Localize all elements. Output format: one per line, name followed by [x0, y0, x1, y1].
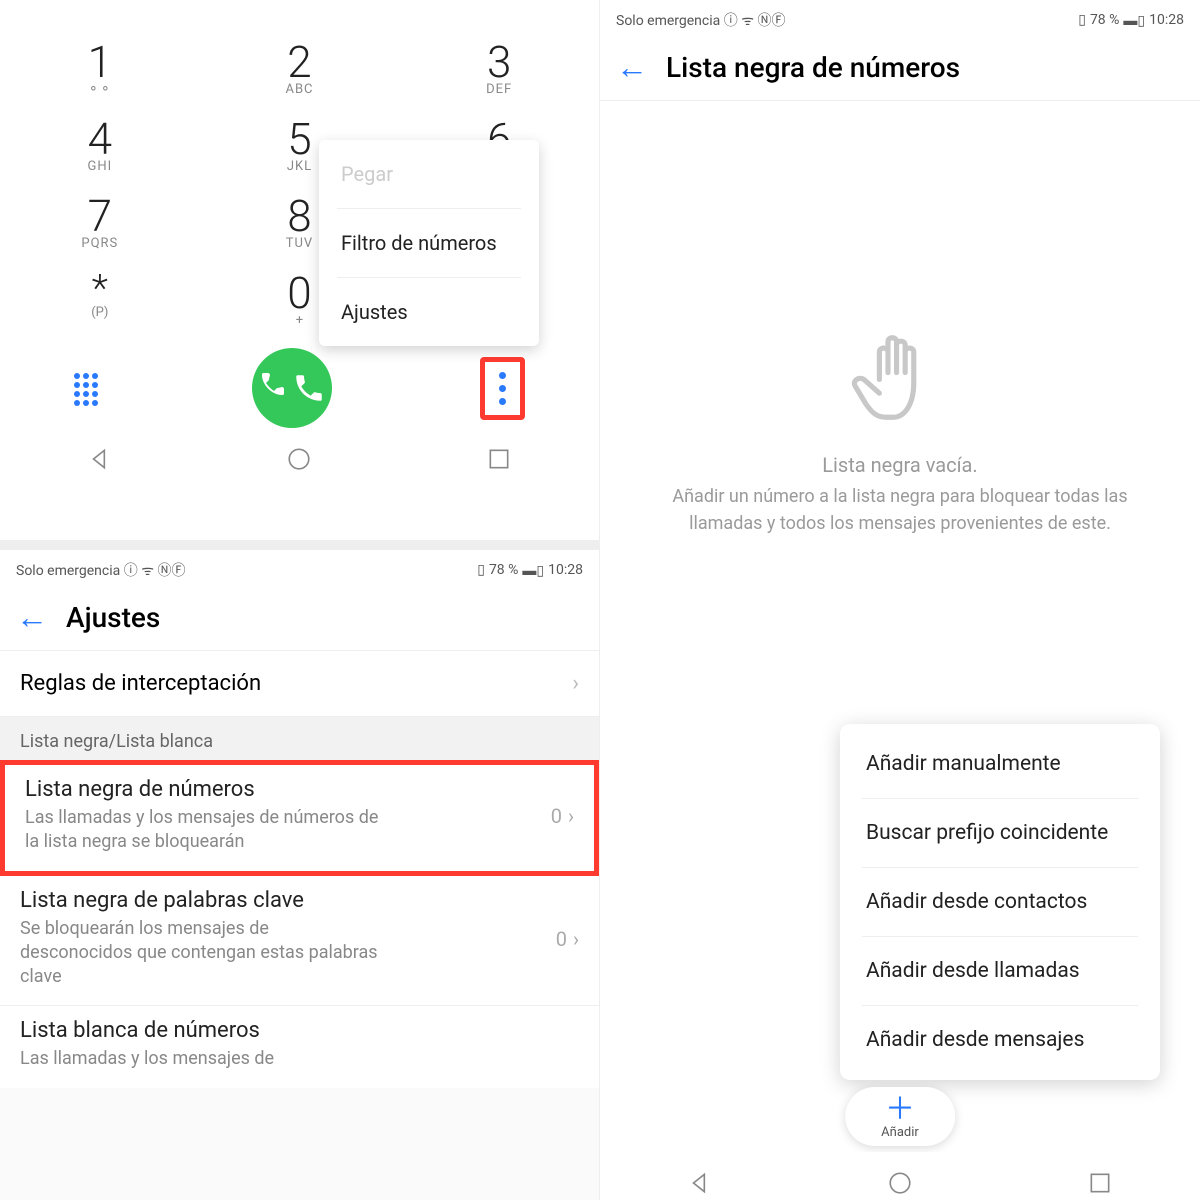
dialer-panel: 1⚬⚬ 2ABC 3DEF 4GHI 5JKL 6 7PQRS 8TUV 9 *… — [0, 0, 599, 540]
statusbar-2: Solo emergencia ⓘ ᯤ ⓃⒻ ▯78 % ▬▯ 10:28 — [600, 0, 1200, 40]
add-button[interactable]: ＋ Añadir — [845, 1087, 955, 1146]
status-right-2: ▯78 % ▬▯ 10:28 — [1078, 10, 1184, 30]
left-column: 1⚬⚬ 2ABC 3DEF 4GHI 5JKL 6 7PQRS 8TUV 9 *… — [0, 0, 600, 1200]
keypad-toggle-icon[interactable] — [74, 373, 104, 403]
key-3[interactable]: 3DEF — [399, 30, 599, 107]
key-4[interactable]: 4GHI — [0, 107, 200, 184]
key-1[interactable]: 1⚬⚬ — [0, 30, 200, 107]
settings-panel: Solo emergencia ⓘ ᯤ ⓃⒻ ▯78 % ▬▯ 10:28 ← … — [0, 540, 599, 1200]
nav-back-icon-2[interactable] — [687, 1170, 713, 1196]
blacklist-keywords-title: Lista negra de palabras clave — [20, 888, 380, 913]
menu-paste[interactable]: Pegar — [337, 140, 521, 209]
phone-icon — [292, 371, 326, 405]
empty-desc: Añadir un número a la lista negra para b… — [660, 483, 1140, 537]
section-blacklist-whitelist: Lista negra/Lista blanca — [0, 717, 599, 760]
empty-state: Lista negra vacía. Añadir un número a la… — [600, 321, 1200, 537]
hand-icon — [845, 321, 955, 431]
key-2[interactable]: 2ABC — [200, 30, 400, 107]
row-intercept-rules[interactable]: Reglas de interceptación › — [0, 651, 599, 717]
android-navbar-2 — [600, 1152, 1200, 1200]
nav-recent-icon[interactable] — [486, 446, 512, 472]
item-blacklist-keywords[interactable]: Lista negra de palabras clave Se bloquea… — [0, 876, 599, 1007]
option-add-manual[interactable]: Añadir manualmente — [862, 730, 1138, 799]
whitelist-numbers-title: Lista blanca de números — [20, 1018, 274, 1043]
add-options-menu: Añadir manualmente Buscar prefijo coinci… — [840, 724, 1160, 1080]
blacklist-header: ← Lista negra de números — [600, 40, 1200, 101]
dialer-bottom-bar — [0, 348, 599, 428]
dialer-context-menu: Pegar Filtro de números Ajustes — [319, 140, 539, 346]
add-button-label: Añadir — [881, 1125, 919, 1140]
nav-recent-icon-2[interactable] — [1087, 1170, 1113, 1196]
whitelist-numbers-desc: Las llamadas y los mensajes de — [20, 1047, 274, 1071]
blacklist-keywords-desc: Se bloquearán los mensajes de desconocid… — [20, 917, 380, 990]
nav-home-icon-2[interactable] — [887, 1170, 913, 1196]
nav-home-icon[interactable] — [286, 446, 312, 472]
chevron-right-icon: › — [572, 671, 579, 696]
blacklist-numbers-desc: Las llamadas y los mensajes de números d… — [25, 806, 385, 855]
plus-icon: ＋ — [881, 1095, 919, 1125]
blacklist-numbers-title: Lista negra de números — [25, 777, 385, 802]
statusbar: Solo emergencia ⓘ ᯤ ⓃⒻ ▯78 % ▬▯ 10:28 — [0, 550, 599, 590]
blacklist-title: Lista negra de números — [666, 51, 960, 84]
more-button-highlight — [480, 357, 525, 420]
option-add-messages[interactable]: Añadir desde mensajes — [862, 1006, 1138, 1074]
menu-settings[interactable]: Ajustes — [337, 278, 521, 346]
empty-title: Lista negra vacía. — [660, 453, 1140, 477]
back-button-2[interactable]: ← — [616, 48, 648, 86]
option-add-contacts[interactable]: Añadir desde contactos — [862, 868, 1138, 937]
menu-filter[interactable]: Filtro de números — [337, 209, 521, 278]
right-column: Solo emergencia ⓘ ᯤ ⓃⒻ ▯78 % ▬▯ 10:28 ← … — [600, 0, 1200, 1200]
android-navbar-1 — [0, 428, 599, 476]
status-right: ▯78 % ▬▯ 10:28 — [477, 560, 583, 580]
option-search-prefix[interactable]: Buscar prefijo coincidente — [862, 799, 1138, 868]
carrier-text: Solo emergencia ⓘ ᯤ ⓃⒻ — [16, 560, 185, 580]
nav-back-icon[interactable] — [87, 446, 113, 472]
settings-header: ← Ajustes — [0, 590, 599, 651]
key-7[interactable]: 7PQRS — [0, 184, 200, 261]
key-star[interactable]: *(P) — [0, 261, 200, 338]
intercept-label: Reglas de interceptación — [20, 671, 261, 696]
item-whitelist-numbers[interactable]: Lista blanca de números Las llamadas y l… — [0, 1006, 599, 1087]
settings-title: Ajustes — [66, 601, 160, 634]
item-blacklist-numbers[interactable]: Lista negra de números Las llamadas y lo… — [0, 760, 599, 876]
blacklist-numbers-count: 0› — [551, 804, 574, 828]
back-button[interactable]: ← — [16, 598, 48, 636]
call-button[interactable] — [252, 348, 332, 428]
blacklist-keywords-count: 0› — [556, 927, 579, 951]
carrier-text-2: Solo emergencia ⓘ ᯤ ⓃⒻ — [616, 10, 785, 30]
option-add-calls[interactable]: Añadir desde llamadas — [862, 937, 1138, 1006]
more-button[interactable] — [499, 372, 506, 405]
